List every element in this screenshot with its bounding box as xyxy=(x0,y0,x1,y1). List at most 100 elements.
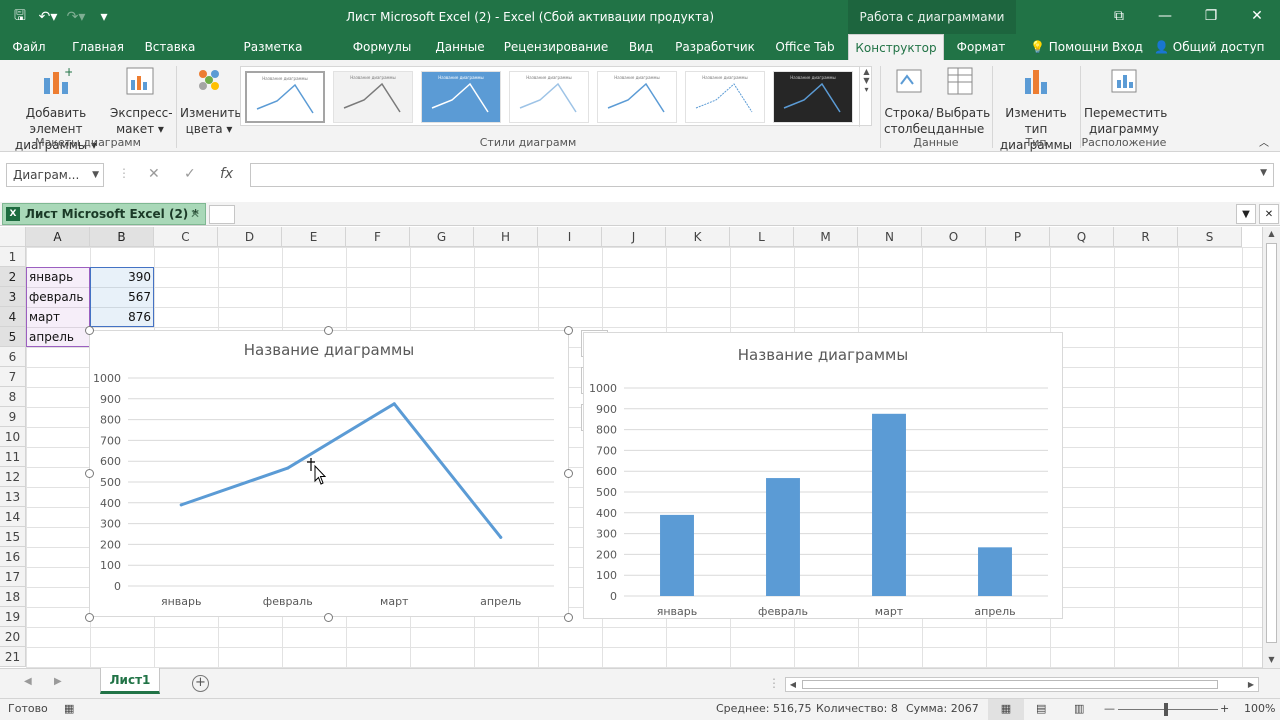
ribbon-tabs: Файл Главная Вставка Разметка страницы Ф… xyxy=(0,34,1280,80)
cell-a4[interactable]: март xyxy=(26,307,90,327)
ribbon-display-icon[interactable]: ⧉ xyxy=(1096,0,1142,34)
customize-qat-icon[interactable]: ▾ xyxy=(92,9,116,25)
close-window-button[interactable]: ✕ xyxy=(1234,0,1280,34)
quick-layout-button[interactable]: Экспресс- макет ▾ xyxy=(110,64,173,137)
tab-file[interactable]: Файл xyxy=(6,34,52,60)
tab-formulas[interactable]: Формулы xyxy=(346,34,418,60)
change-type-label-1: Изменить тип xyxy=(1005,106,1067,136)
horizontal-scrollbar[interactable]: ◀ ▶ xyxy=(785,677,1259,692)
scroll-up-icon[interactable]: ▲ xyxy=(1266,229,1277,238)
chart-style-3[interactable]: Название диаграммы xyxy=(421,71,501,123)
status-sum: Сумма: 2067 xyxy=(906,702,979,715)
chart-style-4[interactable]: Название диаграммы xyxy=(509,71,589,123)
tab-format[interactable]: Формат xyxy=(950,34,1012,60)
page-break-view-icon[interactable]: ▥ xyxy=(1074,702,1084,715)
scroll-down-icon[interactable]: ▼ xyxy=(1266,655,1277,664)
bar-chart[interactable]: Название диаграммы 0 100 200 300 400 500 600 70… xyxy=(583,332,1063,619)
page-layout-view-icon[interactable]: ▤ xyxy=(1036,702,1046,715)
zoom-slider[interactable] xyxy=(1118,709,1218,710)
help-search[interactable]: 💡 Помощни xyxy=(1030,34,1109,60)
zoom-in-icon[interactable]: + xyxy=(1220,702,1229,715)
sheet-prev-icon[interactable]: ◀ xyxy=(24,676,32,687)
new-tab-button[interactable] xyxy=(209,205,235,224)
y-tick-label: 400 xyxy=(596,507,617,520)
close-tab-icon[interactable]: ✕ xyxy=(190,204,200,224)
horizontal-scroll-thumb[interactable] xyxy=(802,680,1218,689)
chart-style-2[interactable]: Название диаграммы xyxy=(333,71,413,123)
cancel-icon[interactable]: ✕ xyxy=(148,166,160,182)
resize-handle[interactable] xyxy=(85,469,94,478)
expand-formula-icon[interactable]: ▼ xyxy=(1260,168,1267,178)
enter-icon[interactable]: ✓ xyxy=(184,166,196,182)
chevron-down-icon[interactable]: ▼ xyxy=(92,164,99,186)
tab-office-tab[interactable]: Office Tab xyxy=(770,34,840,60)
sheet-tab-list1[interactable]: Лист1 xyxy=(100,668,160,694)
cell-b3[interactable]: 567 xyxy=(90,287,154,307)
formula-input[interactable]: ▼ xyxy=(250,163,1274,187)
resize-handle[interactable] xyxy=(324,613,333,622)
share-button[interactable]: 👤 Общий доступ xyxy=(1154,34,1265,60)
select-data-button[interactable]: Выбрать данные xyxy=(936,64,990,137)
zoom-out-icon[interactable]: — xyxy=(1104,702,1115,715)
restore-button[interactable]: ❐ xyxy=(1188,0,1234,34)
cell-a3[interactable]: февраль xyxy=(26,287,90,307)
document-tab[interactable]: X Лист Microsoft Excel (2) * ✕ xyxy=(2,203,206,225)
tab-data[interactable]: Данные xyxy=(430,34,490,60)
tab-home[interactable]: Главная xyxy=(66,34,130,60)
resize-handle[interactable] xyxy=(564,326,573,335)
tab-developer[interactable]: Разработчик xyxy=(672,34,758,60)
minimize-button[interactable]: — xyxy=(1142,0,1188,34)
chart-style-6[interactable]: Название диаграммы xyxy=(685,71,765,123)
series-point xyxy=(179,503,183,507)
document-tab-bar: X Лист Microsoft Excel (2) * ✕ ▼ ✕ xyxy=(0,202,1280,226)
sheet-next-icon[interactable]: ▶ xyxy=(54,676,62,687)
cell-a5[interactable]: апрель xyxy=(26,327,90,347)
redo-icon[interactable]: ↷▾ xyxy=(64,9,88,25)
resize-handle[interactable] xyxy=(324,326,333,335)
tab-design[interactable]: Конструктор xyxy=(848,34,944,60)
tab-insert[interactable]: Вставка xyxy=(140,34,200,60)
gallery-scroll[interactable]: ▲ ▼ ▾ xyxy=(859,67,873,127)
signin-link[interactable]: Вход xyxy=(1112,34,1143,60)
zoom-slider-knob[interactable] xyxy=(1164,703,1168,716)
tab-view[interactable]: Вид xyxy=(622,34,660,60)
normal-view-icon[interactable]: ▦ xyxy=(988,699,1024,720)
resize-handle[interactable] xyxy=(564,613,573,622)
close-document-icon[interactable]: ✕ xyxy=(1259,204,1279,224)
change-colors-button[interactable]: Изменить цвета ▾ xyxy=(180,64,242,137)
cell-a2[interactable]: январь xyxy=(26,267,90,287)
express-layout-label-2: макет ▾ xyxy=(116,122,164,136)
resize-handle[interactable] xyxy=(85,613,94,622)
split-handle[interactable]: ⋮ xyxy=(768,676,780,690)
y-tick-label: 1000 xyxy=(93,372,121,385)
switch-row-column-button[interactable]: Строка/ столбец xyxy=(884,64,936,137)
line-chart[interactable]: Название диаграммы 0 100 200 300 400 500 600 70… xyxy=(89,330,569,617)
chart-style-1[interactable]: Название диаграммы xyxy=(245,71,325,123)
macro-record-icon[interactable]: ▦ xyxy=(64,702,74,715)
scroll-left-icon[interactable]: ◀ xyxy=(786,678,800,691)
name-box[interactable]: Диаграм... ▼ xyxy=(6,163,104,187)
style-thumb-title: Название диаграммы xyxy=(262,76,308,81)
resize-handle[interactable] xyxy=(564,469,573,478)
zoom-level[interactable]: 100% xyxy=(1244,702,1275,715)
resize-handle[interactable] xyxy=(85,326,94,335)
worksheet-grid[interactable]: ABCDEFGHIJKLMNOPQRS 1 2 3 4 5 6 7 8 9 10 11 12 13 14 1… xyxy=(0,227,1262,668)
sheet-bar: ◀ ▶ Лист1 + ⋮ ◀ ▶ xyxy=(0,668,1280,698)
style-thumb-title: Название диаграммы xyxy=(438,75,484,80)
vertical-scrollbar[interactable]: ▲ ▼ xyxy=(1262,227,1280,668)
move-chart-button[interactable]: Переместить диаграмму xyxy=(1084,64,1167,137)
collapse-ribbon-icon[interactable]: ︿ xyxy=(1256,136,1272,152)
add-sheet-icon[interactable]: + xyxy=(192,675,209,692)
chart-style-7[interactable]: Название диаграммы xyxy=(773,71,853,123)
insert-function-icon[interactable]: fx xyxy=(220,166,233,182)
tab-review[interactable]: Рецензирование xyxy=(502,34,610,60)
tab-list-icon[interactable]: ▼ xyxy=(1236,204,1256,224)
tab-page-layout[interactable]: Разметка страницы xyxy=(212,34,334,80)
scroll-right-icon[interactable]: ▶ xyxy=(1244,678,1258,691)
cell-b4[interactable]: 876 xyxy=(90,307,154,327)
cell-b2[interactable]: 390 xyxy=(90,267,154,287)
save-icon[interactable]: 🖫 xyxy=(8,5,32,29)
vertical-scroll-thumb[interactable] xyxy=(1266,243,1277,643)
chart-style-5[interactable]: Название диаграммы xyxy=(597,71,677,123)
undo-icon[interactable]: ↶▾ xyxy=(36,9,60,25)
